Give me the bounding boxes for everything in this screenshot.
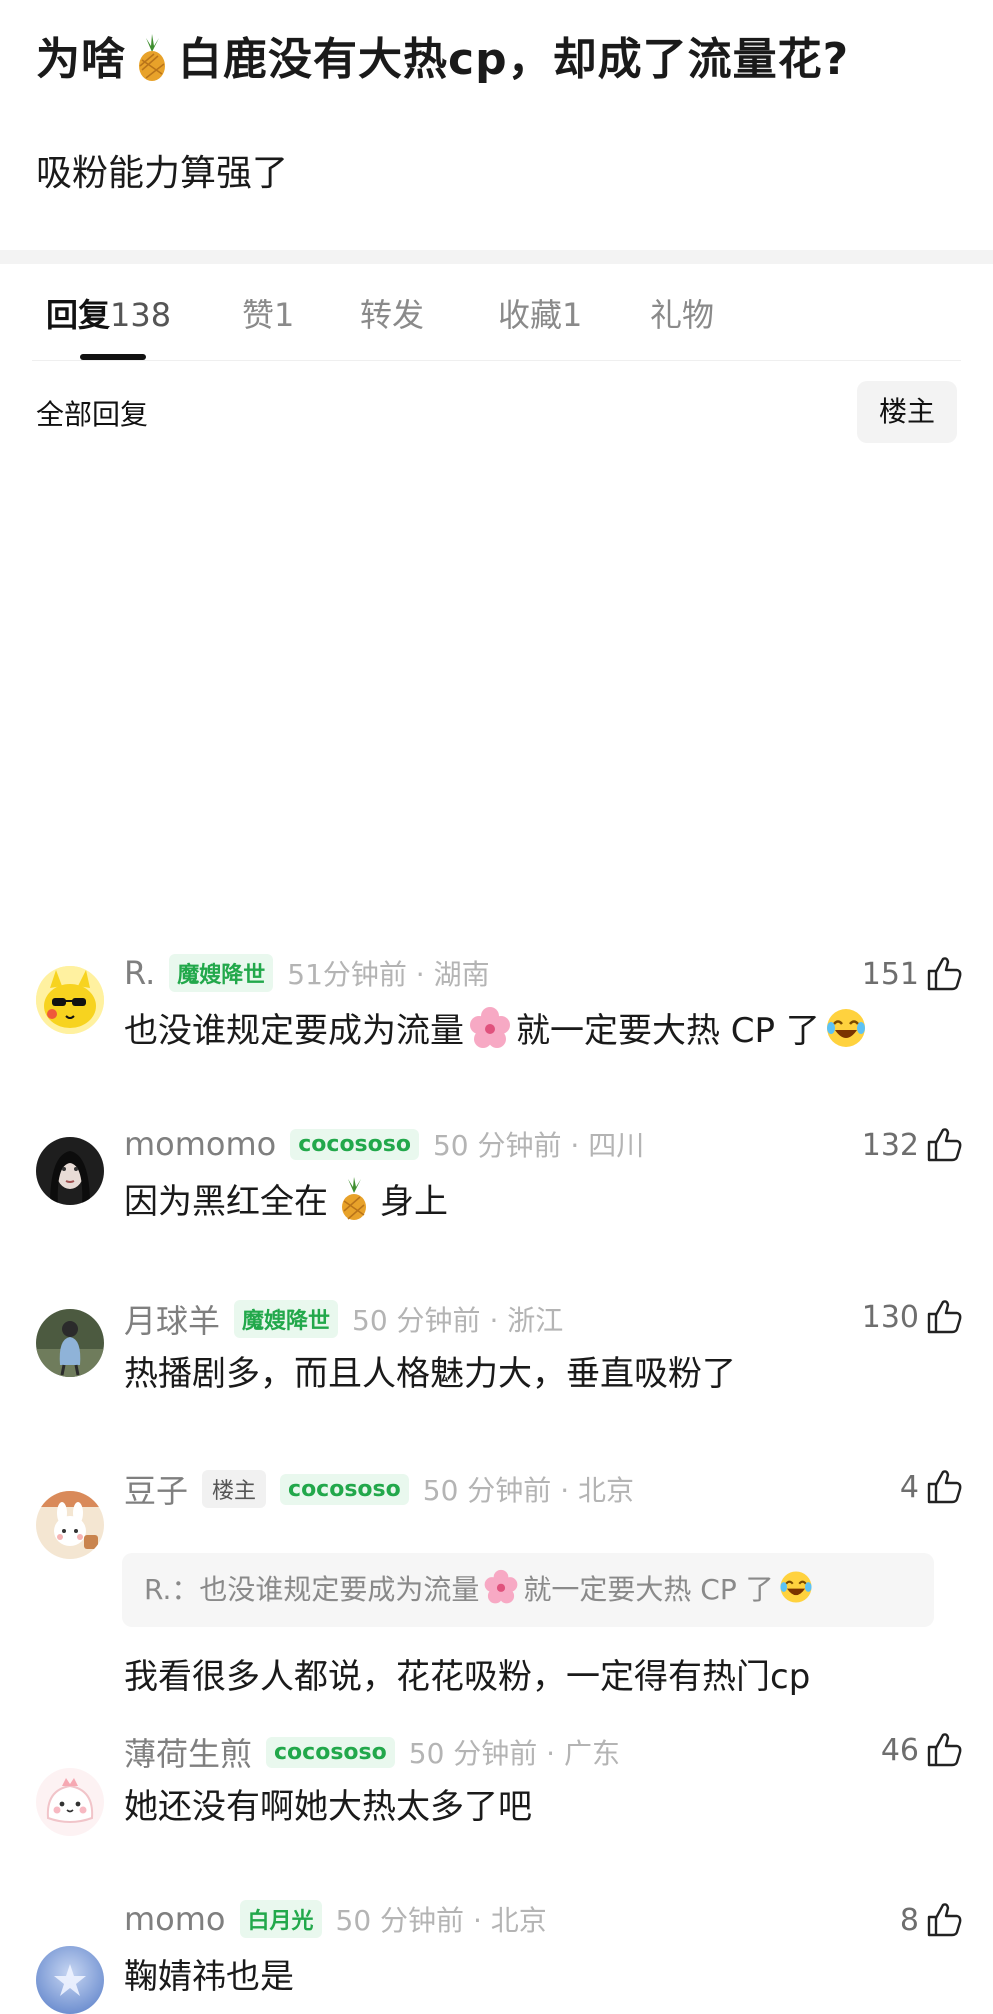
time-location: 50 分钟前 · 北京 [422,1474,634,1507]
like-count: 151 [861,956,919,992]
time-location: 50 分钟前 · 北京 [335,1904,547,1937]
fan-badge: 魔嫂降世 [169,954,274,992]
tab-replies[interactable]: 回复138 [46,290,171,336]
active-tab-indicator [80,354,146,360]
like-count: 46 [880,1732,919,1768]
tab-replies-count: 138 [110,296,172,334]
comment-text: 她还没有啊她大热太多了吧 [124,1787,532,1827]
fan-badge: 白月光 [239,1900,322,1938]
time-location: 50 分钟前 · 浙江 [352,1304,564,1337]
comment-meta: 月球羊 魔嫂降世 50 分钟前 · 浙江 [124,1296,563,1342]
quoted-reply[interactable]: R.：也没谁规定要成为流量 就一定要大热 CP 了 [122,1553,934,1627]
avatar[interactable] [36,1137,104,1205]
post-title-part-2: 白鹿没有大热cp，却成了流量花? [178,34,850,85]
thumbs-up-icon [927,1128,962,1162]
thumbs-up-icon [927,1300,962,1334]
all-replies-title: 全部回复 [36,398,149,431]
fan-badge: 魔嫂降世 [234,1300,339,1338]
replies-section-header: 全部回复 楼主 [0,361,993,461]
fan-badge: cocososo [290,1128,419,1160]
pineapple-icon [132,34,172,82]
username[interactable]: 月球羊 [124,1296,220,1342]
avatar[interactable] [36,1946,104,2014]
username[interactable]: momomo [124,1125,276,1163]
like-button[interactable]: 130 [862,1298,963,1336]
time-location: 50 分钟前 · 四川 [432,1129,645,1162]
tab-likes[interactable]: 赞1 [242,290,294,336]
comment-text-part-2: 就一定要大热 CP 了 [516,1011,820,1051]
avatar[interactable] [36,966,104,1034]
like-count: 130 [861,1299,919,1335]
avatar[interactable] [36,1309,104,1377]
tab-bar: 回复138 赞1 转发 收藏1 礼物 [32,264,961,361]
op-only-filter-button[interactable]: 楼主 [857,381,957,443]
username[interactable]: R. [124,954,155,992]
quoted-text-part-1: 也没谁规定要成为流量 [199,1573,480,1606]
like-button[interactable]: 132 [862,1126,963,1164]
comment-text-part-2: 身上 [380,1182,448,1222]
like-count: 132 [861,1127,919,1163]
comment-meta: 薄荷生煎 cocososo 50 分钟前 · 广东 [124,1729,620,1775]
like-count: 8 [899,1902,919,1938]
comment-text-part-1: 因为黑红全在 [124,1182,328,1222]
comment-text: 我看很多人都说，花花吸粉，一定得有热门cp [124,1657,811,1697]
pineapple-icon [332,1177,376,1221]
tab-replies-label: 回复 [46,296,111,334]
op-badge: 楼主 [202,1470,267,1508]
post-subtitle: 吸粉能力算强了 [36,153,289,194]
thumbs-up-icon [927,957,962,991]
laughing-tears-icon [824,1006,868,1050]
avatar[interactable] [36,1768,104,1836]
cherry-blossom-icon [468,1006,512,1050]
thumbs-up-icon [927,1903,962,1937]
like-button[interactable]: 46 [881,1731,963,1769]
fan-badge: cocososo [280,1473,409,1505]
comment-text: 也没谁规定要成为流量 就一定要大热 CP 了 [124,1003,872,1052]
like-count: 4 [899,1469,919,1505]
section-divider [0,250,993,264]
tab-reposts[interactable]: 转发 [360,290,424,336]
time-location: 50 分钟前 · 广东 [408,1737,620,1770]
cherry-blossom-icon [483,1569,519,1605]
comment-meta: R. 魔嫂降世 51分钟前 · 湖南 [124,953,490,993]
avatar[interactable] [36,1491,104,1559]
like-button[interactable]: 151 [862,955,963,993]
laughing-tears-icon [778,1569,814,1605]
comment-text: 鞠婧祎也是 [124,1957,294,1997]
username[interactable]: 薄荷生煎 [124,1729,252,1775]
thumbs-up-icon [927,1733,962,1767]
post-title: 为啥 白鹿没有大热cp，却成了流量花? [36,28,957,92]
comment-text: 因为黑红全在 身上 [124,1174,448,1223]
comment-meta: momomo cocososo 50 分钟前 · 四川 [124,1124,644,1164]
tab-gifts[interactable]: 礼物 [650,290,714,336]
fan-badge: cocososo [266,1736,395,1768]
time-location: 51分钟前 · 湖南 [287,958,490,991]
username[interactable]: momo [124,1900,226,1938]
comment-meta: momo 白月光 50 分钟前 · 北京 [124,1899,547,1939]
quoted-text-part-2: 就一定要大热 CP 了 [523,1573,774,1606]
comment-text-part-1: 也没谁规定要成为流量 [124,1011,464,1051]
username[interactable]: 豆子 [124,1466,188,1512]
like-button[interactable]: 8 [900,1901,963,1939]
thumbs-up-icon [927,1470,962,1504]
comment-meta: 豆子 楼主 cocososo 50 分钟前 · 北京 [124,1466,634,1512]
post-header: 为啥 白鹿没有大热cp，却成了流量花? 吸粉能力算强了 [0,0,993,220]
like-button[interactable]: 4 [900,1468,963,1506]
quoted-author: R.： [144,1573,200,1606]
post-title-part-1: 为啥 [36,34,126,85]
tab-favorites[interactable]: 收藏1 [498,290,582,336]
comment-text: 热播剧多，而且人格魅力大，垂直吸粉了 [124,1354,736,1394]
